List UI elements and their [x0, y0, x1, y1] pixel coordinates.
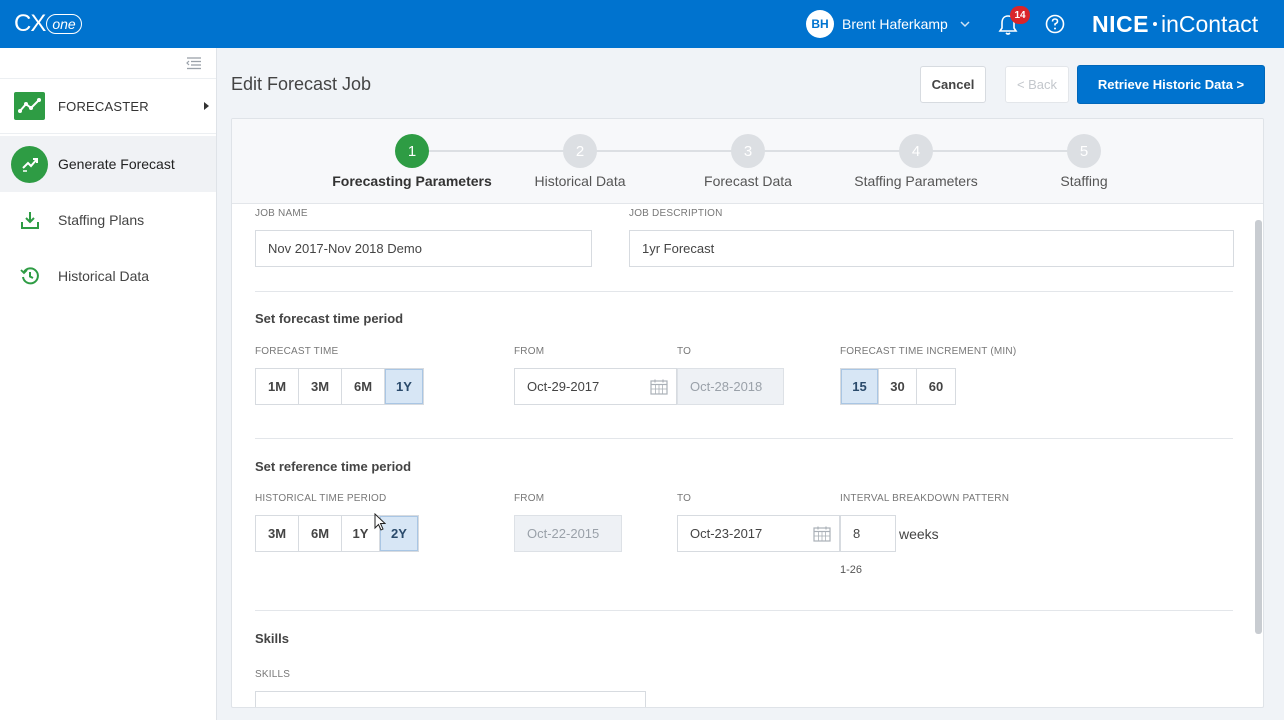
forecast-from-label: FROM: [514, 346, 545, 357]
forecast-time-3m[interactable]: 3M: [299, 369, 342, 404]
notification-badge: 14: [1010, 6, 1030, 24]
sidebar-item-label: FORECASTER: [58, 98, 149, 114]
reference-to-calendar-button[interactable]: [804, 515, 840, 552]
forecaster-icon: [14, 92, 45, 120]
forecast-time-6m[interactable]: 6M: [342, 369, 385, 404]
forecast-time-1y[interactable]: 1Y: [385, 369, 423, 404]
job-name-label: JOB NAME: [255, 208, 308, 219]
step-3-label[interactable]: Forecast Data: [704, 173, 792, 189]
cancel-button[interactable]: Cancel: [920, 66, 986, 103]
step-4-label[interactable]: Staffing Parameters: [854, 173, 977, 189]
job-name-input[interactable]: Nov 2017-Nov 2018 Demo: [255, 230, 592, 267]
step-1-label[interactable]: Forecasting Parameters: [332, 173, 492, 189]
step-3-circle[interactable]: 3: [731, 134, 765, 168]
skills-title: Skills: [255, 631, 289, 646]
sidebar-item-staffing-plans[interactable]: Staffing Plans: [0, 192, 216, 248]
cxone-logo[interactable]: CX one: [14, 9, 82, 39]
interval-pattern-label: INTERVAL BREAKDOWN PATTERN: [840, 493, 1010, 504]
forecast-increment-label: FORECAST TIME INCREMENT (MIN): [840, 346, 1017, 357]
reference-period-title: Set reference time period: [255, 459, 412, 474]
back-button[interactable]: < Back: [1005, 66, 1069, 103]
generate-forecast-icon: [11, 145, 48, 183]
nice-incontact-logo: NICE inContact: [1092, 10, 1258, 38]
sidebar-item-generate-forecast[interactable]: Generate Forecast: [0, 136, 216, 192]
skills-input[interactable]: [255, 691, 646, 707]
sidebar: FORECASTER Generate Forecast Staffing Pl…: [0, 48, 217, 720]
page-title: Edit Forecast Job: [231, 74, 372, 94]
divider: [255, 291, 1233, 292]
step-2-circle[interactable]: 2: [563, 134, 597, 168]
forecast-job-card: 1 Forecasting Parameters 2 Historical Da…: [231, 118, 1264, 708]
user-menu[interactable]: BH Brent Haferkamp: [806, 10, 970, 38]
divider: [255, 610, 1233, 611]
download-icon: [21, 212, 39, 229]
interval-pattern-input[interactable]: 8: [840, 515, 896, 552]
logo-one-text: one: [46, 14, 82, 34]
historical-period-3m[interactable]: 3M: [256, 516, 299, 551]
increment-15[interactable]: 15: [841, 369, 879, 404]
forecast-time-selector: 1M 3M 6M 1Y: [255, 368, 424, 405]
forecast-time-label: FORECAST TIME: [255, 346, 339, 357]
step-5-circle[interactable]: 5: [1067, 134, 1101, 168]
forecast-increment-selector: 15 30 60: [840, 368, 956, 405]
caret-right-icon: [204, 102, 209, 110]
sidebar-item-label: Generate Forecast: [58, 156, 175, 172]
forecast-from-input[interactable]: Oct-29-2017: [514, 368, 642, 405]
help-icon[interactable]: [1045, 14, 1065, 34]
logo-dot: [1152, 22, 1157, 26]
forecast-time-1m[interactable]: 1M: [256, 369, 299, 404]
logo-nice-text: NICE: [1092, 10, 1149, 37]
sidebar-item-forecaster[interactable]: FORECASTER: [0, 78, 216, 134]
logo-cx-text: CX: [14, 10, 46, 37]
forecast-period-title: Set forecast time period: [255, 311, 404, 326]
reference-from-label: FROM: [514, 493, 545, 504]
top-bar: CX one BH Brent Haferkamp 14 NICE inCont…: [0, 0, 1284, 48]
skills-label: SKILLS: [255, 669, 291, 680]
increment-30[interactable]: 30: [879, 369, 917, 404]
job-description-input[interactable]: 1yr Forecast: [629, 230, 1234, 267]
historical-period-selector: 3M 6M 1Y 2Y: [255, 515, 419, 552]
interval-pattern-hint: 1-26: [840, 564, 863, 576]
sidebar-item-label: Staffing Plans: [58, 212, 145, 228]
step-5-label[interactable]: Staffing: [1060, 173, 1107, 189]
wizard-stepper: 1 Forecasting Parameters 2 Historical Da…: [232, 119, 1263, 204]
chevron-down-icon: [960, 21, 970, 28]
user-name: Brent Haferkamp: [842, 16, 948, 32]
step-2-label[interactable]: Historical Data: [534, 173, 625, 189]
reference-to-label: TO: [677, 493, 692, 504]
mouse-cursor-icon: [374, 513, 386, 531]
sidebar-item-historical-data[interactable]: Historical Data: [0, 248, 216, 304]
sidebar-item-label: Historical Data: [58, 268, 150, 284]
avatar: BH: [806, 10, 834, 38]
forecast-to-label: TO: [677, 346, 692, 357]
divider: [255, 438, 1233, 439]
calendar-icon: [812, 526, 831, 542]
retrieve-historic-data-button[interactable]: Retrieve Historic Data >: [1077, 65, 1265, 104]
collapse-menu-icon[interactable]: [185, 56, 203, 70]
reference-to-input[interactable]: Oct-23-2017: [677, 515, 805, 552]
reference-from-input: Oct-22-2015: [514, 515, 622, 552]
calendar-icon: [649, 379, 668, 395]
historical-period-label: HISTORICAL TIME PERIOD: [255, 493, 387, 504]
step-4-circle[interactable]: 4: [899, 134, 933, 168]
step-1-circle[interactable]: 1: [395, 134, 429, 168]
interval-pattern-unit: weeks: [899, 526, 939, 542]
forecast-from-calendar-button[interactable]: [641, 368, 677, 405]
forecast-to-input: Oct-28-2018: [677, 368, 784, 405]
scrollbar[interactable]: [1255, 220, 1262, 634]
logo-incontact-text: inContact: [1160, 10, 1259, 37]
increment-60[interactable]: 60: [917, 369, 955, 404]
historical-period-6m[interactable]: 6M: [299, 516, 342, 551]
history-icon: [20, 267, 39, 285]
job-description-label: JOB DESCRIPTION: [629, 208, 723, 219]
